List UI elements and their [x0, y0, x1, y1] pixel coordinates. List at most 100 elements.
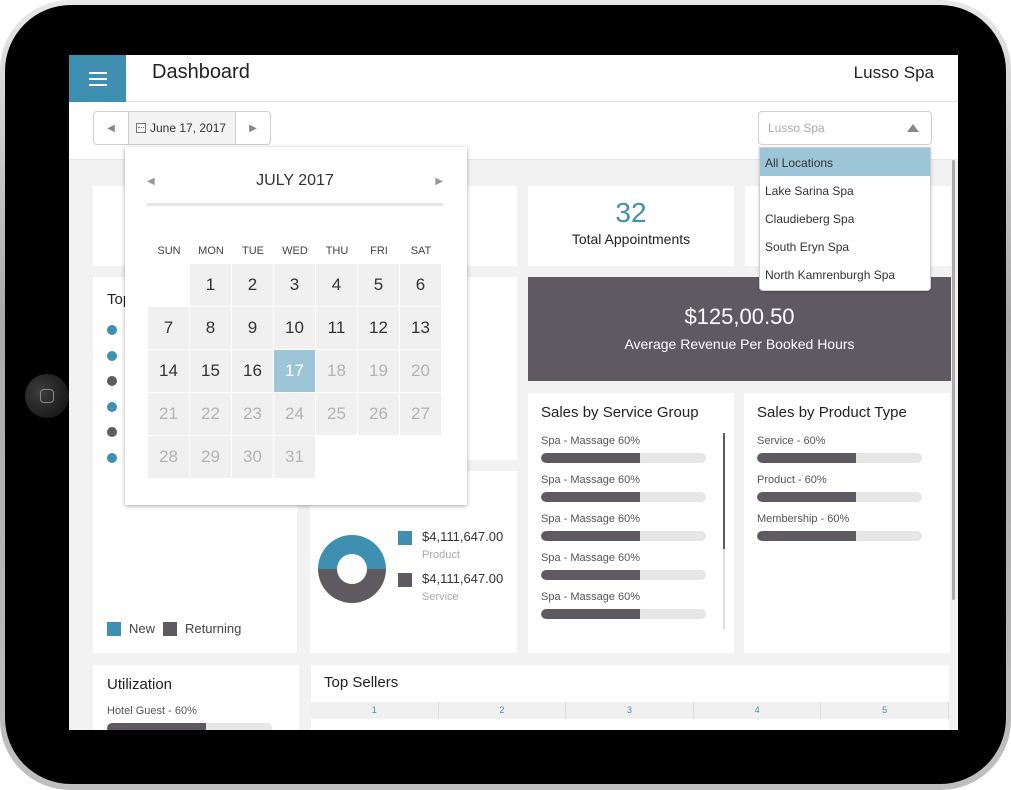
calendar-day[interactable]: 3: [274, 264, 315, 306]
brand-name: Lusso Spa: [853, 63, 934, 82]
donut-segment-product: [318, 535, 386, 569]
column-header[interactable]: 5: [821, 702, 949, 719]
top-bar: Dashboard Lusso Spa: [69, 55, 958, 102]
calendar-day[interactable]: 5: [358, 264, 399, 306]
sales-by-product-type-card: Sales by Product Type Service - 60% Produ…: [744, 393, 950, 653]
location-option[interactable]: Lake Sarina Spa: [760, 176, 930, 204]
legend-swatch-new: [107, 621, 121, 636]
calendar-day[interactable]: 13: [400, 307, 441, 349]
donut-segment-service: [318, 569, 386, 603]
bar-fill: [757, 492, 856, 502]
legend-swatch-returning: [163, 621, 178, 636]
calendar-day[interactable]: 7: [148, 307, 189, 349]
column-header[interactable]: 1: [311, 702, 439, 719]
calendar-day[interactable]: 20: [400, 350, 441, 392]
calendar-day[interactable]: 14: [148, 350, 189, 392]
calendar-day[interactable]: 1: [190, 264, 231, 306]
bar-label: Spa - Massage 60%: [541, 591, 641, 603]
next-date-button[interactable]: ▶: [236, 112, 270, 144]
calendar-day[interactable]: 26: [358, 393, 399, 435]
average-revenue-label: Average Revenue Per Booked Hours: [624, 336, 855, 352]
calendar-day[interactable]: 10: [274, 307, 315, 349]
calendar-day[interactable]: 19: [358, 350, 399, 392]
bar-label: Product - 60%: [757, 474, 827, 486]
calendar-day[interactable]: 12: [358, 307, 399, 349]
calendar-day[interactable]: 15: [190, 350, 231, 392]
date-picker-field[interactable]: June 17, 2017: [128, 112, 236, 144]
bar-label: Membership - 60%: [757, 513, 850, 525]
weekday-label: THU: [325, 245, 349, 257]
bar-item: Spa - Massage 60%: [541, 552, 706, 580]
top-sellers-card: Top Sellers 1 2 3 4 5: [311, 665, 949, 730]
calendar-day[interactable]: 29: [190, 436, 231, 478]
bar-track: [757, 531, 922, 541]
calendar-day[interactable]: 18: [316, 350, 357, 392]
location-option[interactable]: North Kamrenburgh Spa: [760, 260, 930, 288]
weekday-header: SUN MON TUE WED THU FRI SAT: [148, 245, 442, 257]
bar-track: [541, 570, 706, 580]
calendar-day[interactable]: 4: [316, 264, 357, 306]
top-sellers-header: 1 2 3 4 5: [311, 702, 949, 719]
revenue-donut-chart: [318, 535, 386, 603]
calendar-day[interactable]: 24: [274, 393, 315, 435]
date-navigator: ◀ June 17, 2017 ▶: [93, 111, 271, 145]
hamburger-icon: [88, 71, 107, 86]
calendar-day[interactable]: 2: [232, 264, 273, 306]
legend-swatch-service: [398, 573, 412, 587]
column-header[interactable]: 3: [566, 702, 694, 719]
bar-fill: [541, 570, 640, 580]
revenue-legend-product: $4,111,647.00 Product: [398, 529, 503, 561]
location-select[interactable]: Lusso Spa: [758, 111, 932, 145]
bar-track: [541, 492, 706, 502]
calendar-day[interactable]: 21: [148, 393, 189, 435]
bar-item: Membership - 60%: [757, 513, 922, 541]
total-appointments-label: Total Appointments: [571, 231, 691, 247]
bar-label: Spa - Massage 60%: [541, 513, 641, 525]
bar-label: Spa - Massage 60%: [541, 552, 641, 564]
next-month-button[interactable]: ▶: [435, 176, 443, 187]
card-title: Sales by Service Group: [541, 404, 699, 421]
bar-label: Service - 60%: [757, 435, 826, 447]
status-dot-new: [107, 350, 117, 361]
bar-label: Spa - Massage 60%: [541, 435, 641, 447]
bar-track: [757, 453, 922, 463]
location-option[interactable]: South Eryn Spa: [760, 232, 930, 260]
column-header[interactable]: 4: [694, 702, 822, 719]
product-amount: $4,111,647.00: [422, 529, 504, 544]
calendar-day[interactable]: 16: [232, 350, 273, 392]
calendar-day[interactable]: 23: [232, 393, 273, 435]
average-revenue-card: $125,00.50 Average Revenue Per Booked Ho…: [528, 277, 951, 381]
calendar-day[interactable]: 28: [148, 436, 189, 478]
weekday-label: MON: [198, 245, 224, 257]
calendar-day[interactable]: 11: [316, 307, 357, 349]
card-scrollbar[interactable]: [723, 433, 725, 629]
calendar-day[interactable]: 25: [316, 393, 357, 435]
calendar-day[interactable]: 30: [232, 436, 273, 478]
service-amount: $4,111,647.00: [422, 571, 504, 586]
column-header[interactable]: 2: [439, 702, 567, 719]
calendar-day[interactable]: 22: [190, 393, 231, 435]
home-button[interactable]: [25, 374, 69, 418]
revenue-legend: $4,111,647.00 Product $4,111,647.00 Serv…: [398, 529, 503, 613]
page-scrollbar[interactable]: [952, 160, 955, 600]
bar-item: Spa - Massage 60%: [541, 474, 706, 502]
triangle-right-icon: ▶: [249, 122, 257, 134]
bar-fill: [541, 453, 640, 463]
calendar-day[interactable]: 8: [190, 307, 231, 349]
calendar-day[interactable]: 27: [400, 393, 441, 435]
calendar-day-selected[interactable]: 17: [274, 350, 315, 392]
calendar-day[interactable]: 31: [274, 436, 315, 478]
bar-track: [541, 453, 706, 463]
location-option[interactable]: Claudieberg Spa: [760, 204, 930, 232]
scrollbar-thumb[interactable]: [723, 433, 725, 549]
calendar-day[interactable]: 6: [400, 264, 441, 306]
location-option[interactable]: All Locations: [760, 148, 930, 176]
screen: Dashboard Lusso Spa ◀ June 17, 2017 ▶ Lu…: [69, 55, 958, 730]
menu-button[interactable]: [69, 55, 126, 102]
calendar-day[interactable]: 9: [232, 307, 273, 349]
prev-date-button[interactable]: ◀: [94, 112, 128, 144]
card-title: Top Sellers: [324, 674, 399, 691]
bar-track: [757, 492, 922, 502]
legend-swatch-product: [398, 531, 412, 545]
card-title: Sales by Product Type: [757, 404, 907, 421]
